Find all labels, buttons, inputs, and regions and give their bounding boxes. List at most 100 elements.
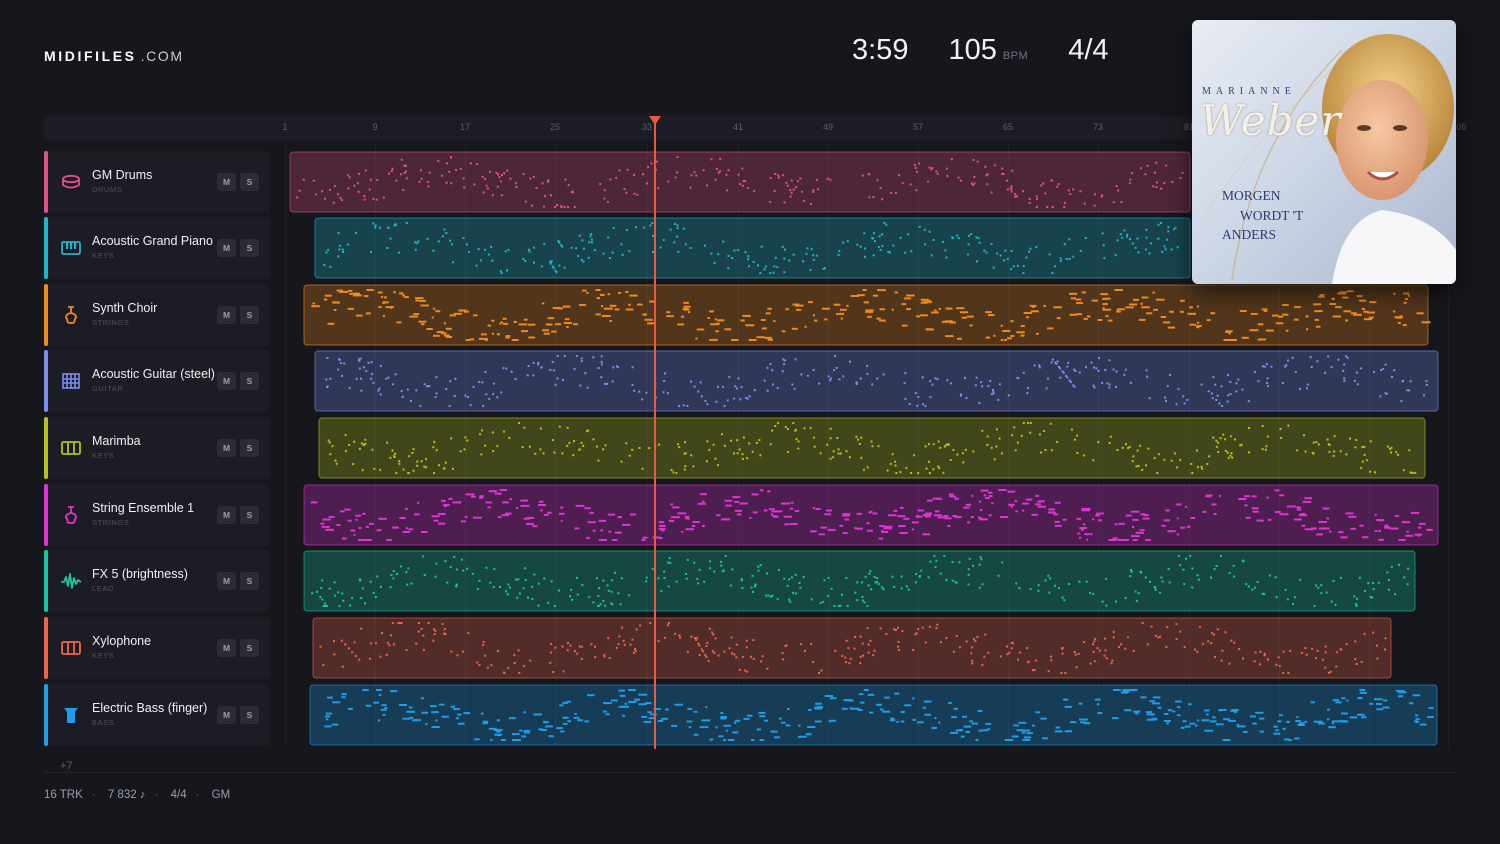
note: [1410, 511, 1420, 514]
note: [465, 339, 471, 341]
note: [807, 726, 816, 728]
note: [914, 581, 917, 584]
note: [939, 446, 942, 449]
note: [478, 337, 488, 340]
note: [569, 595, 571, 598]
note: [363, 198, 366, 201]
note: [850, 295, 859, 297]
note: [508, 717, 516, 720]
note: [353, 184, 356, 187]
note: [714, 637, 717, 640]
note: [886, 469, 889, 472]
note: [774, 173, 777, 175]
note: [523, 711, 526, 714]
note: [409, 399, 412, 402]
note: [528, 445, 531, 448]
note: [347, 187, 350, 190]
note: [1338, 531, 1344, 534]
note: [1057, 183, 1060, 185]
note: [734, 501, 740, 503]
note: [1398, 539, 1406, 541]
note: [450, 650, 453, 653]
note: [760, 319, 766, 321]
note: [604, 382, 606, 385]
note: [909, 183, 912, 186]
note: [617, 516, 622, 519]
note: [987, 651, 990, 654]
note: [324, 197, 326, 200]
note: [777, 568, 780, 571]
note: [700, 395, 703, 398]
note: [628, 594, 631, 597]
note: [341, 248, 344, 251]
note: [1236, 725, 1246, 728]
note: [790, 501, 794, 504]
note: [1054, 501, 1061, 504]
note: [868, 572, 871, 575]
note: [1134, 590, 1137, 593]
note: [1170, 459, 1173, 462]
note: [932, 443, 935, 446]
more-tracks-indicator[interactable]: +7: [60, 760, 73, 772]
note: [524, 259, 527, 262]
note: [434, 575, 437, 578]
note: [470, 338, 475, 341]
note: [617, 643, 620, 646]
note: [577, 255, 580, 257]
note: [1154, 586, 1157, 589]
note: [698, 644, 701, 647]
note: [573, 440, 575, 443]
note: [363, 195, 366, 197]
note: [1010, 647, 1013, 650]
note: [1108, 359, 1111, 362]
note: [947, 443, 950, 446]
note: [358, 367, 361, 370]
note: [1037, 500, 1045, 503]
note: [973, 638, 975, 641]
note: [1415, 714, 1419, 717]
note: [435, 449, 438, 452]
note: [928, 460, 930, 463]
note: [615, 176, 618, 179]
note: [1101, 382, 1104, 384]
note: [845, 576, 848, 579]
note: [372, 381, 375, 384]
note: [1374, 530, 1377, 533]
note: [1239, 444, 1242, 447]
note: [532, 374, 535, 377]
note: [913, 454, 916, 457]
note: [1000, 339, 1004, 341]
note: [348, 289, 353, 292]
note: [920, 298, 929, 301]
note: [405, 527, 409, 530]
note: [723, 405, 726, 407]
note: [788, 598, 791, 601]
note: [1229, 381, 1232, 383]
note: [584, 507, 591, 510]
note: [891, 453, 894, 456]
note: [552, 307, 561, 309]
note: [947, 701, 952, 704]
note: [366, 289, 374, 291]
note: [595, 577, 598, 580]
note: [737, 173, 740, 176]
note: [1407, 294, 1410, 297]
note: [394, 224, 397, 227]
note: [964, 376, 966, 379]
note: [1056, 360, 1059, 363]
note: [360, 389, 363, 392]
note: [488, 397, 491, 400]
note: [1374, 513, 1377, 516]
note: [552, 671, 555, 673]
note: [945, 579, 948, 581]
note: [1044, 449, 1047, 451]
note: [515, 186, 518, 188]
note: [1372, 582, 1374, 584]
note: [903, 382, 906, 385]
note: [991, 502, 994, 505]
note: [1354, 446, 1357, 449]
note: [838, 250, 841, 252]
note: [1182, 568, 1185, 571]
note: [881, 245, 884, 248]
note: [841, 707, 848, 710]
